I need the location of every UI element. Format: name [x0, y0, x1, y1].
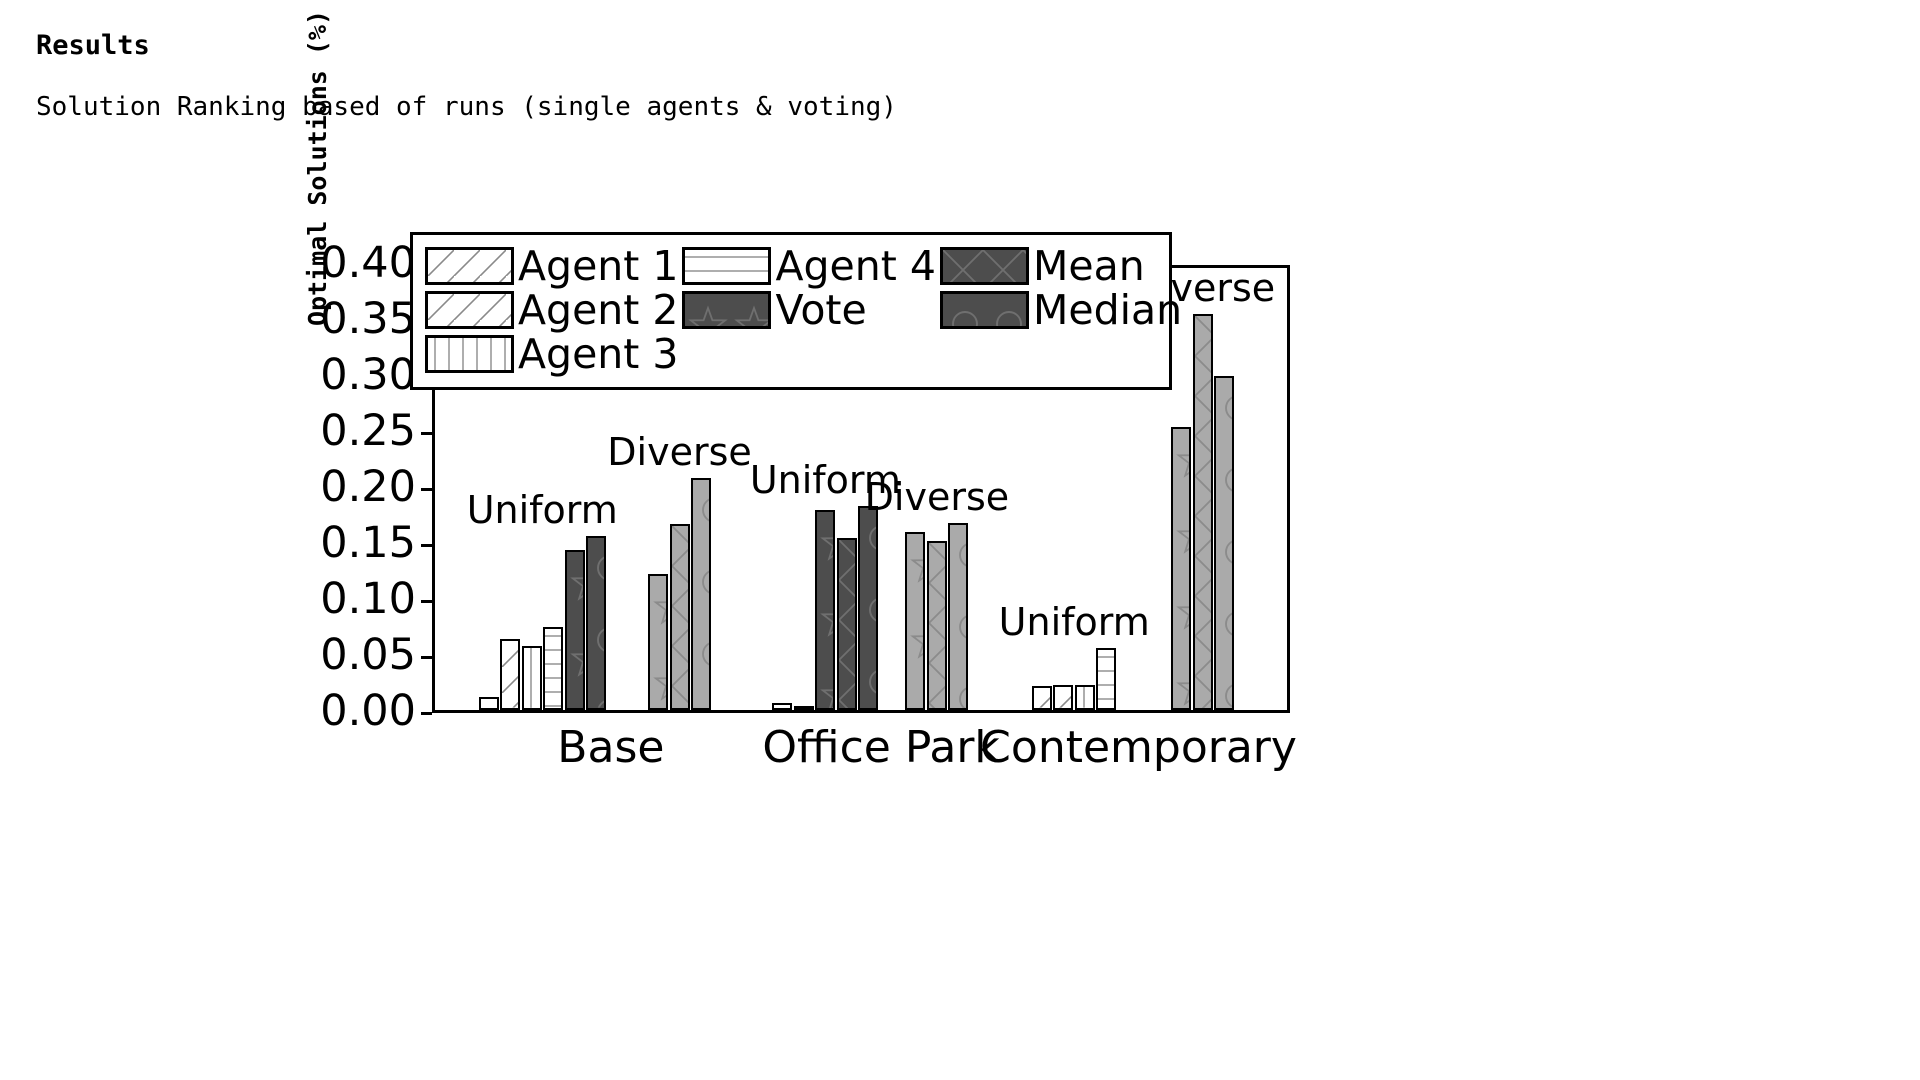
y-axis-tick-label: 0.20 — [320, 462, 416, 512]
y-axis-tick-mark — [421, 543, 432, 547]
legend-item-median[interactable]: Median — [939, 286, 1183, 334]
bar — [648, 574, 669, 710]
legend-swatch-icon — [682, 291, 772, 329]
bar — [691, 478, 712, 710]
legend-item-agent-1[interactable]: Agent 1 — [425, 244, 678, 288]
legend-label: Agent 1 — [518, 242, 679, 290]
y-axis-tick-mark — [421, 711, 432, 715]
bar — [905, 531, 926, 710]
bar — [500, 639, 520, 710]
legend-label: Median — [1032, 286, 1183, 334]
bar — [1192, 313, 1213, 710]
bar — [858, 506, 879, 710]
bar — [948, 522, 969, 710]
cluster-annotation: Diverse — [864, 474, 1010, 519]
y-axis-tick-mark — [421, 655, 432, 659]
bar — [521, 646, 542, 710]
legend-swatch-icon — [682, 247, 772, 285]
page-subtitle: Solution Ranking based of runs (single a… — [36, 92, 897, 122]
x-axis-tick-label: Contemporary — [980, 722, 1297, 773]
legend-swatch-icon — [939, 247, 1029, 285]
legend-label: Agent 2 — [518, 286, 679, 334]
bar — [926, 540, 947, 710]
cluster-annotation: Uniform — [998, 600, 1150, 645]
y-axis-tick-label: 0.05 — [320, 630, 416, 680]
bar — [1096, 648, 1117, 710]
legend-item-agent-3[interactable]: Agent 3 — [425, 332, 678, 376]
bar — [543, 627, 563, 710]
legend-item-agent-2[interactable]: Agent 2 — [425, 288, 678, 332]
legend-swatch-icon — [939, 291, 1029, 329]
bar — [1053, 685, 1074, 710]
y-axis-tick-label: 0.35 — [320, 294, 416, 344]
y-axis-tick-label: 0.40 — [320, 238, 416, 288]
y-axis-tick-mark — [421, 431, 432, 435]
bar — [1074, 685, 1095, 710]
x-axis-tick-label: Office Park — [762, 722, 1000, 773]
y-axis-tick-label: 0.00 — [320, 686, 416, 736]
y-axis-tick-label: 0.15 — [320, 518, 416, 568]
bar — [815, 509, 836, 710]
legend-label: Vote — [775, 286, 867, 334]
bar — [669, 524, 690, 710]
cluster-annotation: Diverse — [607, 430, 752, 475]
bar — [836, 537, 857, 710]
y-axis-tick-label: 0.10 — [320, 574, 416, 624]
bar — [586, 536, 606, 710]
x-axis-tick-label: Base — [557, 722, 665, 773]
bar — [564, 549, 585, 710]
bar — [772, 703, 793, 710]
bar — [1031, 686, 1052, 710]
chart-legend: Agent 1 Agent 4 Mean Agent 2 Vote Median Agent… — [410, 232, 1182, 390]
legend-label: Agent 4 — [775, 242, 936, 290]
legend-label: Agent 3 — [518, 330, 679, 378]
legend-swatch-icon — [425, 291, 514, 329]
cluster-annotation: Uniform — [466, 488, 618, 533]
y-axis-tick-label: 0.25 — [320, 406, 416, 456]
y-axis-tick-label: 0.30 — [320, 350, 416, 400]
page-title: Results — [36, 30, 150, 61]
bar — [1214, 376, 1235, 710]
y-axis-tick-mark — [421, 599, 432, 603]
bar — [793, 706, 814, 710]
legend-item-agent-4[interactable]: Agent 4 — [682, 242, 936, 290]
y-axis-tick-mark — [421, 487, 432, 491]
bar — [1171, 426, 1192, 710]
legend-swatch-icon — [425, 247, 514, 285]
legend-swatch-icon — [425, 335, 514, 373]
legend-item-vote[interactable]: Vote — [682, 288, 935, 332]
bar-chart-figure: Optimal Solutions (%) 0.00 0.05 0.10 0.15 0.… — [303, 10, 1585, 950]
bar — [478, 696, 499, 710]
legend-item-mean[interactable]: Mean — [939, 242, 1182, 290]
legend-label: Mean — [1032, 242, 1145, 290]
